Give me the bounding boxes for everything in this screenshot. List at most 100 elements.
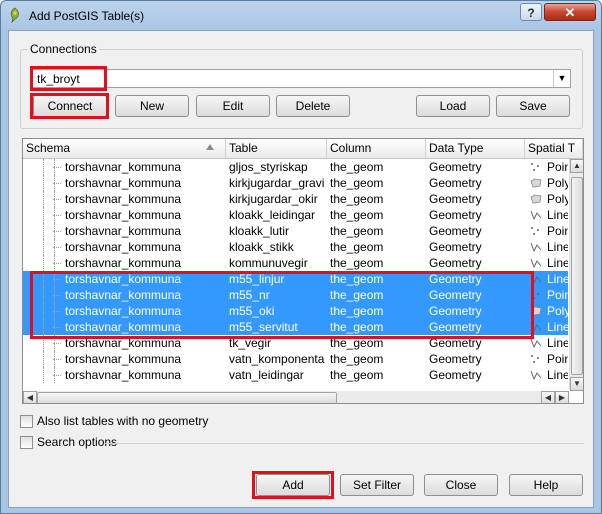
table-row[interactable]: torshavnar_kommuna kommunuvegir the_geom Ge… bbox=[23, 255, 568, 271]
tree-branch-line bbox=[53, 231, 61, 232]
spatial-type-label: Poin bbox=[547, 288, 568, 302]
edit-button[interactable]: Edit bbox=[196, 95, 270, 117]
table-row[interactable]: torshavnar_kommuna kloakk_lutir the_geom Ge… bbox=[23, 223, 568, 239]
horizontal-scroll-thumb[interactable] bbox=[37, 392, 337, 403]
line-geometry-icon bbox=[530, 242, 542, 252]
cell-data-type: Geometry bbox=[429, 160, 482, 174]
table-row[interactable]: torshavnar_kommuna gljos_styriskap the_geo… bbox=[23, 159, 568, 175]
cell-column: the_geom bbox=[330, 240, 384, 254]
list-no-geometry-checkbox[interactable] bbox=[20, 415, 33, 428]
spatial-type-label: Line bbox=[547, 336, 568, 350]
column-header-schema[interactable]: Schema bbox=[23, 139, 226, 158]
scroll-left-icon[interactable]: ◀ bbox=[23, 391, 37, 403]
horizontal-scrollbar[interactable]: ◀ ◀ ▶ bbox=[23, 391, 569, 403]
vertical-scroll-thumb[interactable] bbox=[571, 177, 583, 375]
vertical-scrollbar[interactable]: ▲ ▼ bbox=[569, 159, 583, 391]
column-header-label: Table bbox=[229, 141, 258, 155]
tree-branch-line bbox=[53, 167, 61, 168]
cell-table: kloakk_leidingar bbox=[229, 208, 316, 222]
cell-schema: torshavnar_kommuna bbox=[65, 352, 182, 366]
chevron-down-icon[interactable]: ▼ bbox=[553, 70, 570, 87]
highlight-box-add bbox=[252, 471, 334, 499]
cell-table: gljos_styriskap bbox=[229, 160, 308, 174]
spatial-type-label: Poly bbox=[547, 192, 568, 206]
cell-schema: torshavnar_kommuna bbox=[65, 224, 182, 238]
qgis-app-icon bbox=[10, 7, 19, 23]
cell-table: kommunuvegir bbox=[229, 256, 308, 270]
load-button[interactable]: Load bbox=[416, 95, 490, 117]
column-header-column[interactable]: Column bbox=[327, 139, 426, 158]
connection-combobox[interactable]: tk_broyt ▼ bbox=[30, 69, 571, 88]
table-header: Schema Table Column Data Type Spatial T bbox=[23, 139, 583, 159]
table-row[interactable]: torshavnar_kommuna kloakk_leidingar the_ge… bbox=[23, 207, 568, 223]
tree-branch-line bbox=[53, 359, 61, 360]
scroll-down-icon[interactable]: ▼ bbox=[570, 377, 583, 391]
line-geometry-icon bbox=[530, 210, 542, 220]
table-row[interactable]: torshavnar_kommuna vatn_komponentar the_ge… bbox=[23, 351, 568, 367]
highlight-box-connection bbox=[30, 66, 107, 91]
dialog-body: Connections tk_broyt ▼ Connect New Edit … bbox=[8, 30, 594, 508]
set-filter-button[interactable]: Set Filter bbox=[340, 474, 414, 496]
close-button[interactable]: Close bbox=[424, 474, 498, 496]
table-row[interactable]: torshavnar_kommuna vatn_leidingar the_geom… bbox=[23, 367, 568, 383]
cell-column: the_geom bbox=[330, 224, 384, 238]
cell-column: the_geom bbox=[330, 256, 384, 270]
point-geometry-icon bbox=[531, 163, 539, 171]
column-header-label: Spatial T bbox=[528, 141, 576, 155]
new-button[interactable]: New bbox=[115, 95, 189, 117]
tree-branch-line bbox=[53, 343, 61, 344]
cell-schema: torshavnar_kommuna bbox=[65, 192, 182, 206]
table-row[interactable]: torshavnar_kommuna kirkjugardar_okir the_g… bbox=[23, 191, 568, 207]
scroll-up-icon[interactable]: ▲ bbox=[570, 159, 583, 173]
spatial-type-label: Poin bbox=[547, 160, 568, 174]
cell-spatial-type: Line bbox=[526, 239, 568, 255]
search-options-checkbox[interactable] bbox=[20, 436, 33, 449]
cell-schema: torshavnar_kommuna bbox=[65, 240, 182, 254]
scroll-right-icon[interactable]: ▶ bbox=[555, 391, 569, 403]
spatial-type-label: Poin bbox=[547, 224, 568, 238]
cell-schema: torshavnar_kommuna bbox=[65, 176, 182, 190]
spatial-type-label: Poly bbox=[547, 176, 568, 190]
column-header-data-type[interactable]: Data Type bbox=[426, 139, 525, 158]
delete-button[interactable]: Delete bbox=[276, 95, 350, 117]
cell-schema: torshavnar_kommuna bbox=[65, 256, 182, 270]
table-row[interactable]: torshavnar_kommuna kloakk_stikk the_geom Ge… bbox=[23, 239, 568, 255]
cell-data-type: Geometry bbox=[429, 240, 482, 254]
title-close-button[interactable]: ✕ bbox=[544, 3, 596, 21]
line-geometry-icon bbox=[530, 338, 542, 348]
cell-column: the_geom bbox=[330, 208, 384, 222]
spatial-type-label: Line bbox=[547, 240, 568, 254]
column-header-table[interactable]: Table bbox=[226, 139, 327, 158]
table-row[interactable]: torshavnar_kommuna kirkjugardar_gravir the… bbox=[23, 175, 568, 191]
point-geometry-icon bbox=[531, 355, 539, 363]
cell-data-type: Geometry bbox=[429, 176, 482, 190]
cell-column: the_geom bbox=[330, 352, 384, 366]
cell-column: the_geom bbox=[330, 192, 384, 206]
line-geometry-icon bbox=[530, 370, 542, 380]
search-options-label: Search options bbox=[37, 435, 118, 449]
point-geometry-icon bbox=[531, 227, 539, 235]
scroll-left-icon[interactable]: ◀ bbox=[541, 391, 555, 403]
tree-branch-line bbox=[53, 375, 61, 376]
title-help-button[interactable]: ? bbox=[520, 3, 542, 21]
column-header-label: Column bbox=[330, 141, 372, 155]
column-header-spatial-type[interactable]: Spatial T bbox=[525, 139, 583, 158]
save-button[interactable]: Save bbox=[496, 95, 570, 117]
tree-branch-line bbox=[53, 247, 61, 248]
connections-group-label: Connections bbox=[28, 42, 99, 56]
spatial-type-label: Poly bbox=[547, 304, 568, 318]
list-no-geometry-label: Also list tables with no geometry bbox=[37, 414, 209, 428]
window-title: Add PostGIS Table(s) bbox=[29, 9, 145, 23]
cell-schema: torshavnar_kommuna bbox=[65, 368, 182, 382]
spatial-type-label: Line bbox=[547, 208, 568, 222]
help-button[interactable]: Help bbox=[509, 474, 583, 496]
cell-spatial-type: Poin bbox=[526, 223, 568, 239]
cell-data-type: Geometry bbox=[429, 256, 482, 270]
polygon-geometry-icon bbox=[530, 178, 542, 188]
cell-spatial-type: Line bbox=[526, 207, 568, 223]
cell-spatial-type: Poin bbox=[526, 159, 568, 175]
cell-column: the_geom bbox=[330, 368, 384, 382]
spatial-type-label: Line bbox=[547, 272, 568, 286]
title-bar[interactable]: Add PostGIS Table(s) ? ✕ bbox=[1, 1, 601, 31]
tree-branch-line bbox=[53, 183, 61, 184]
